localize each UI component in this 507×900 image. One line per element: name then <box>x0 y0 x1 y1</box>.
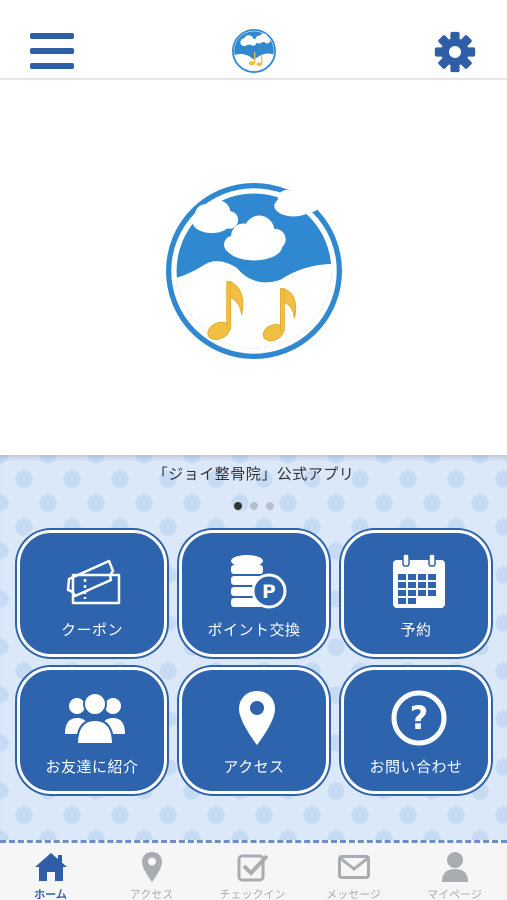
person-icon <box>441 852 468 882</box>
menu-panel: 「ジョイ整骨院」公式アプリ クーポン P ポイント交換 予約 お友達に紹介 アク… <box>0 455 507 840</box>
tile-label: お問い合わせ <box>369 758 463 776</box>
calendar-icon <box>393 553 445 608</box>
tile-label: 予約 <box>400 621 432 639</box>
tab-home[interactable]: ホーム <box>0 846 101 900</box>
tab-label: アクセス <box>129 888 174 900</box>
point-exchange-button[interactable]: P ポイント交換 <box>179 530 329 657</box>
hero-logo <box>166 183 342 359</box>
envelope-icon <box>337 855 370 879</box>
tab-checkin[interactable]: チェックイン <box>202 846 303 900</box>
hero-banner[interactable] <box>0 82 507 454</box>
coupon-button[interactable]: クーポン <box>17 530 167 657</box>
home-icon <box>34 853 67 881</box>
tile-label: お友達に紹介 <box>45 758 139 776</box>
map-pin-icon <box>141 852 162 882</box>
tile-label: アクセス <box>223 758 285 776</box>
carousel-dot-1[interactable] <box>233 502 242 510</box>
tab-label: チェックイン <box>219 888 286 900</box>
header-logo <box>232 29 276 73</box>
carousel-dot-3[interactable] <box>265 502 274 510</box>
tab-mypage[interactable]: マイページ <box>404 846 505 900</box>
refer-friend-button[interactable]: お友達に紹介 <box>17 667 167 794</box>
tab-label: ホーム <box>34 888 67 900</box>
contact-button[interactable]: ? お問い合わせ <box>341 667 491 794</box>
access-button[interactable]: アクセス <box>179 667 329 794</box>
carousel-dot-2[interactable] <box>249 502 258 510</box>
tile-label: クーポン <box>60 621 123 639</box>
coins-icon: P <box>231 555 287 609</box>
reservation-button[interactable]: 予約 <box>341 530 491 657</box>
carousel-indicator <box>0 495 507 514</box>
bottom-tab-bar: ホーム アクセス チェックイン メッセージ マイページ <box>0 840 507 900</box>
question-icon: ? <box>391 690 447 746</box>
app-title: 「ジョイ整骨院」公式アプリ <box>152 465 355 483</box>
app-header <box>0 0 507 80</box>
checkin-icon <box>237 854 268 882</box>
svg-text:?: ? <box>410 699 429 737</box>
map-pin-icon <box>239 691 275 745</box>
tab-message[interactable]: メッセージ <box>303 846 404 900</box>
svg-text:P: P <box>262 581 276 603</box>
tab-access[interactable]: アクセス <box>101 846 202 900</box>
users-icon <box>65 692 125 745</box>
tab-label: マイページ <box>427 888 482 900</box>
ticket-icon <box>66 559 121 605</box>
hamburger-menu-icon[interactable] <box>30 33 74 69</box>
gear-icon[interactable] <box>433 30 477 74</box>
tab-label: メッセージ <box>326 888 381 900</box>
tile-label: ポイント交換 <box>207 621 301 639</box>
